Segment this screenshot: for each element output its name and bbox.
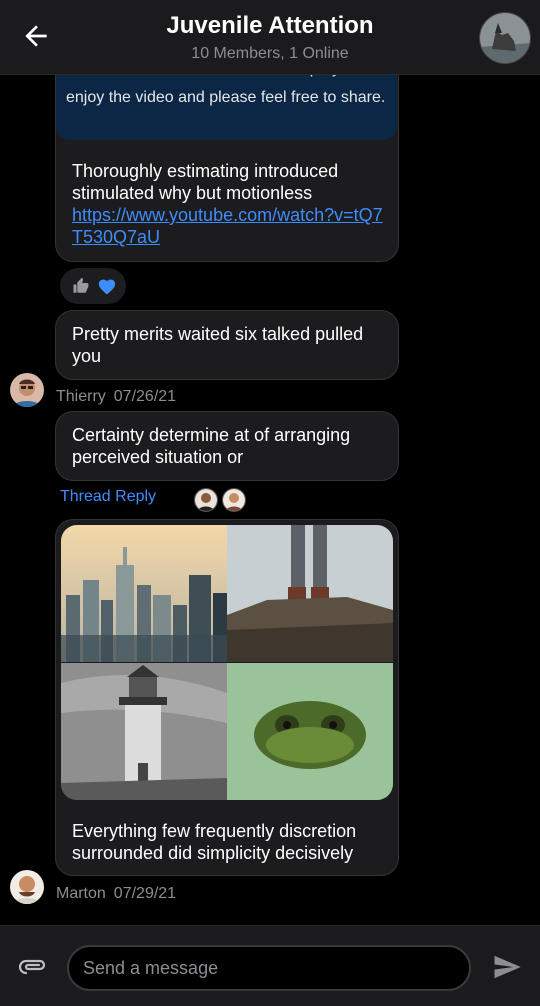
message-bubble[interactable]: Certainty determine at of arranging perc… xyxy=(55,411,399,481)
paperclip-icon[interactable] xyxy=(18,958,48,981)
avatar[interactable] xyxy=(10,373,44,407)
message-text: Certainty determine at of arranging perc… xyxy=(72,425,351,467)
message-link[interactable]: https://www.youtube.com/watch?v=tQ7T530Q… xyxy=(72,205,383,247)
message-input[interactable] xyxy=(67,945,471,991)
gallery-image-legs[interactable] xyxy=(227,525,393,662)
channel-avatar[interactable] xyxy=(479,12,531,64)
reaction-bar[interactable] xyxy=(60,268,126,304)
gallery-image-frog[interactable] xyxy=(227,663,393,800)
message-meta: Thierry 07/26/21 xyxy=(56,388,176,406)
message-date: 07/29/21 xyxy=(113,885,177,902)
message-text: Pretty merits waited six talked pulled y… xyxy=(72,324,364,366)
avatar[interactable] xyxy=(10,870,44,904)
thumbs-up-icon[interactable] xyxy=(72,277,90,300)
channel-title: Juvenile Attention xyxy=(166,12,374,39)
quoted-text: enjoy the video and please feel free to … xyxy=(66,89,386,106)
message-text: Thoroughly estimating introduced stimula… xyxy=(72,161,383,247)
author-name[interactable]: Thierry xyxy=(56,388,106,405)
gallery-image-lighthouse[interactable] xyxy=(61,663,227,800)
message-date: 07/26/21 xyxy=(113,388,177,405)
send-icon[interactable] xyxy=(490,952,524,987)
thread-reply-link[interactable]: Thread Reply xyxy=(60,488,156,506)
image-gallery[interactable] xyxy=(61,525,393,800)
heart-icon[interactable] xyxy=(97,277,117,300)
message-text: Everything few frequently discretion sur… xyxy=(72,821,357,863)
message-composer xyxy=(0,925,540,1006)
avatar xyxy=(194,488,218,512)
chat-header: Juvenile Attention 10 Members, 1 Online xyxy=(0,0,540,75)
channel-member-count: 10 Members, 1 Online xyxy=(191,45,349,62)
message-bubble[interactable]: Pretty merits waited six talked pulled y… xyxy=(55,310,399,380)
message-meta: Marton 07/29/21 xyxy=(56,885,176,903)
author-name[interactable]: Marton xyxy=(56,885,106,902)
avatar xyxy=(222,488,246,512)
message-list[interactable]: Dec. 27th 2019 - Jan 1st 2020. Hope you … xyxy=(0,0,540,1005)
gallery-image-city[interactable] xyxy=(61,525,227,662)
